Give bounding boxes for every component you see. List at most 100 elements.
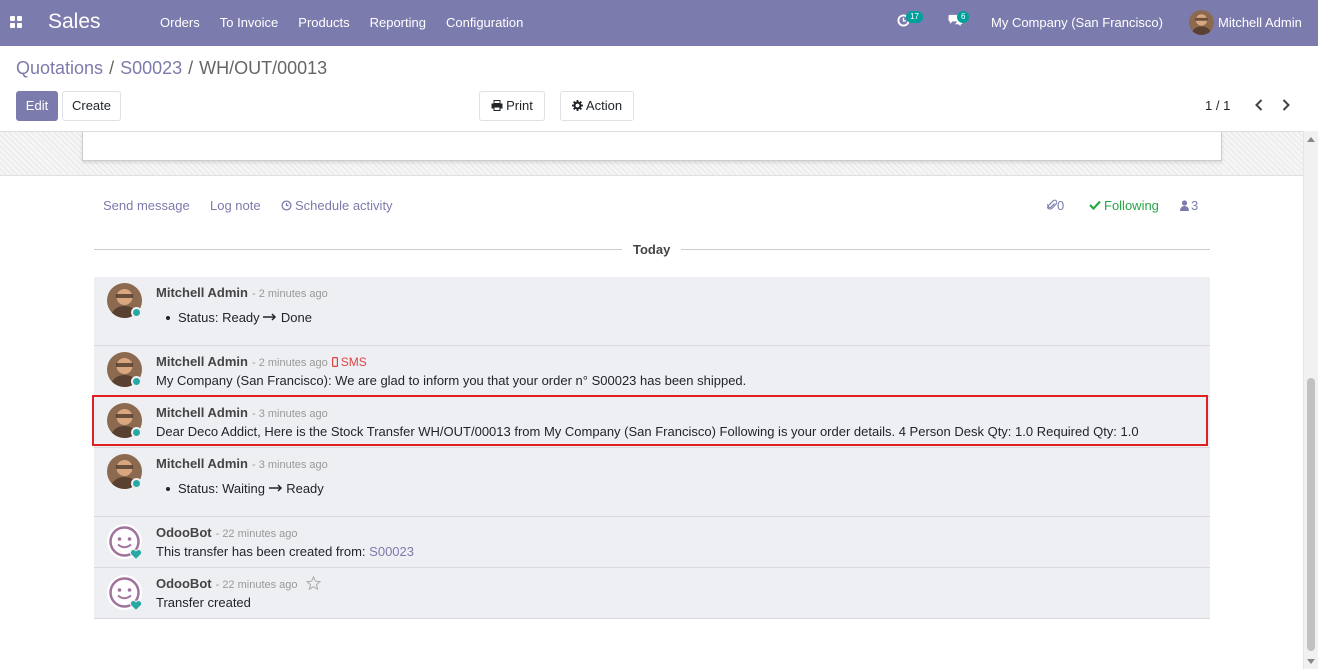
sms-label: SMS (340, 355, 367, 369)
create-button[interactable]: Create (62, 91, 121, 121)
action-button[interactable]: Action (560, 91, 634, 121)
breadcrumb-separator: / (109, 58, 115, 78)
send-message-button[interactable]: Send message (103, 198, 190, 213)
pager-value[interactable]: 1 / 1 (1205, 98, 1230, 113)
sms-indicator: SMS (331, 355, 367, 369)
menu-configuration[interactable]: Configuration (436, 0, 533, 46)
message-count-badge: 6 (957, 11, 970, 23)
message-item: Mitchell Admin - 2 minutes ago Status: Re… (94, 277, 1210, 346)
messaging-comments-icon[interactable]: 6 (948, 11, 970, 30)
message-body: Transfer created (156, 595, 251, 610)
activity-count-badge: 17 (906, 11, 923, 23)
message-author: OdooBot - 22 minutes ago (156, 576, 298, 591)
breadcrumb-separator: / (188, 58, 194, 78)
following-label: Following (1104, 198, 1159, 213)
source-order-link[interactable]: S00023 (369, 544, 414, 559)
author-name[interactable]: OdooBot (156, 525, 212, 540)
message-author: Mitchell Admin - 3 minutes ago (156, 456, 328, 471)
menu-products[interactable]: Products (288, 0, 359, 46)
tracking-value: Status: Waiting Ready (166, 481, 324, 496)
scroll-up-arrow[interactable] (1307, 137, 1315, 142)
mobile-icon (331, 357, 338, 368)
message-item: Mitchell Admin - 3 minutes ago Status: Wa… (94, 448, 1210, 517)
following-button[interactable]: Following (1089, 198, 1159, 213)
log-note-button[interactable]: Log note (210, 198, 261, 213)
tracking-old-value: Status: Waiting (178, 481, 265, 496)
chatter-divider (0, 175, 1303, 176)
online-status-icon (131, 307, 142, 318)
arrow-right-icon (268, 484, 282, 492)
author-name[interactable]: Mitchell Admin (156, 354, 248, 369)
scroll-down-arrow[interactable] (1307, 659, 1315, 664)
check-icon (1089, 200, 1101, 211)
form-content: Send message Log note Schedule activity … (0, 131, 1303, 669)
print-label: Print (506, 98, 533, 113)
author-name[interactable]: Mitchell Admin (156, 285, 248, 300)
schedule-activity-button[interactable]: Schedule activity (281, 198, 393, 213)
online-status-icon (131, 478, 142, 489)
message-author: Mitchell Admin - 2 minutes ago (156, 285, 328, 300)
scrollbar-thumb[interactable] (1307, 378, 1315, 651)
message-body: This transfer has been created from: S00… (156, 544, 414, 559)
message-time: - 2 minutes ago (251, 357, 328, 369)
attachment-count: 0 (1057, 198, 1065, 213)
page-scrollbar[interactable] (1303, 131, 1318, 669)
highlighted-message-frame (92, 395, 1208, 446)
message-body: My Company (San Francisco): We are glad … (156, 373, 747, 388)
message-time: - 22 minutes ago (215, 528, 298, 540)
heart-status-icon (129, 548, 143, 563)
print-button[interactable]: Print (479, 91, 545, 121)
breadcrumb-current: WH/OUT/00013 (199, 58, 328, 78)
star-icon[interactable] (305, 575, 322, 593)
user-menu[interactable]: Mitchell Admin (1218, 0, 1302, 46)
activity-clock-icon[interactable]: 17 (897, 11, 923, 30)
message-item: OdooBot - 22 minutes ago This transfer ha… (94, 517, 1210, 568)
message-text: This transfer has been created from: (156, 544, 366, 559)
author-name[interactable]: Mitchell Admin (156, 456, 248, 471)
tracking-new-value: Done (280, 310, 312, 325)
menu-orders[interactable]: Orders (150, 0, 210, 46)
tracking-value: Status: Ready Done (166, 310, 312, 325)
breadcrumb: Quotations / S00023/WH/OUT/00013 (16, 58, 327, 79)
clock-icon (281, 200, 292, 211)
paperclip-icon (1046, 199, 1058, 210)
message-item: OdooBot - 22 minutes ago Transfer created (94, 568, 1210, 619)
message-time: - 22 minutes ago (215, 579, 298, 591)
main-menu: Orders To Invoice Products Reporting Con… (150, 0, 533, 46)
date-divider-line (681, 249, 1210, 250)
message-item: Mitchell Admin - 2 minutes ago SMS My Comp… (94, 346, 1210, 397)
action-label: Action (585, 98, 623, 113)
company-switcher[interactable]: My Company (San Francisco) (991, 0, 1163, 46)
user-avatar[interactable] (1189, 10, 1214, 35)
menu-to-invoice[interactable]: To Invoice (210, 0, 289, 46)
message-author: Mitchell Admin - 2 minutes ago SMS (156, 354, 367, 369)
edit-button[interactable]: Edit (16, 91, 58, 121)
message-time: - 3 minutes ago (251, 459, 328, 471)
message-thread: Mitchell Admin - 2 minutes ago Status: Re… (94, 277, 1210, 619)
pager-previous-icon[interactable] (1254, 99, 1264, 114)
breadcrumb-order[interactable]: S00023 (120, 58, 182, 78)
online-status-icon (131, 376, 142, 387)
print-icon (491, 100, 503, 111)
message-author: OdooBot - 22 minutes ago (156, 525, 298, 540)
app-name[interactable]: Sales (48, 10, 101, 34)
tracking-new-value: Ready (286, 481, 324, 496)
top-navbar: Sales Orders To Invoice Products Reporti… (0, 0, 1318, 46)
user-icon (1180, 200, 1189, 211)
schedule-activity-label: Schedule activity (295, 198, 393, 213)
menu-reporting[interactable]: Reporting (360, 0, 436, 46)
breadcrumb-quotations[interactable]: Quotations (16, 58, 103, 78)
date-divider-line (94, 249, 622, 250)
apps-menu-icon[interactable] (10, 16, 23, 29)
attachments-button[interactable]: 0 (1046, 198, 1065, 213)
message-time: - 2 minutes ago (251, 288, 328, 300)
date-separator: Today (633, 242, 671, 257)
heart-status-icon (129, 599, 143, 614)
pager-next-icon[interactable] (1281, 99, 1291, 114)
tracking-old-value: Status: Ready (178, 310, 260, 325)
form-sheet (82, 132, 1222, 161)
author-name[interactable]: OdooBot (156, 576, 212, 591)
followers-button[interactable]: 3 (1180, 198, 1198, 213)
arrow-right-icon (263, 313, 277, 321)
followers-count: 3 (1191, 198, 1199, 213)
